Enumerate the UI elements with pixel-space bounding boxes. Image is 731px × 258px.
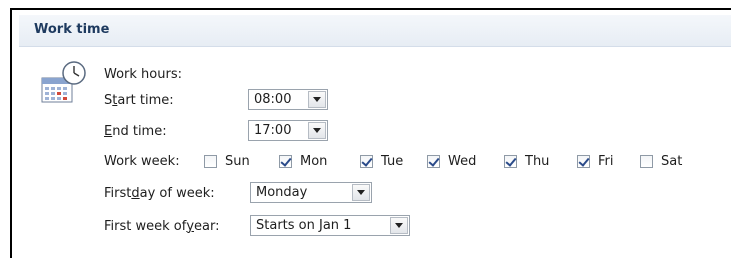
day-checkbox-wed[interactable]: Wed (427, 150, 476, 172)
end-time-label: End time: (104, 120, 167, 142)
work-week-label: Work week: (104, 153, 180, 169)
first-day-value: Monday (256, 185, 308, 200)
first-week-value: Starts on Jan 1 (256, 218, 352, 233)
end-time-label-post: nd time: (112, 123, 167, 139)
checkbox[interactable] (360, 154, 373, 168)
day-label: Sat (661, 153, 683, 169)
start-time-label-pre: S (104, 92, 113, 108)
end-time-label-key: E (104, 123, 113, 139)
start-time-label: St art time: (104, 89, 174, 111)
first-day-label-pre: First (104, 185, 132, 201)
work-hours-heading: Work hours: (104, 66, 182, 82)
first-day-label: First d ay of week: (104, 182, 215, 204)
day-checkbox-mon[interactable]: Mon (279, 150, 327, 172)
day-label: Wed (448, 153, 477, 169)
checkbox[interactable] (577, 154, 590, 168)
day-label: Tue (381, 153, 404, 169)
checkbox[interactable] (279, 154, 292, 168)
checkbox[interactable] (640, 154, 653, 168)
day-label: Sun (225, 153, 250, 169)
day-checkbox-thu[interactable]: Thu (504, 150, 549, 172)
chevron-down-icon[interactable] (308, 91, 326, 108)
day-checkbox-tue[interactable]: Tue (360, 150, 403, 172)
start-time-select[interactable]: 08:00 (248, 89, 328, 110)
first-day-label-key: d (131, 185, 140, 201)
calendar-clock-icon (41, 60, 89, 106)
start-time-label-post: art time: (117, 92, 174, 108)
end-time-value: 17:00 (254, 123, 292, 138)
day-label: Mon (300, 153, 328, 169)
first-week-select[interactable]: Starts on Jan 1 (250, 215, 410, 236)
work-week-days: Sun Mon Tue Wed Thu Fri Sat (204, 150, 704, 172)
first-week-label-post: ear: (194, 218, 220, 234)
checkbox[interactable] (204, 154, 217, 168)
day-label: Fri (598, 153, 614, 169)
first-week-label-key: y (186, 218, 195, 234)
day-checkbox-fri[interactable]: Fri (577, 150, 614, 172)
day-checkbox-sun[interactable]: Sun (204, 150, 250, 172)
chevron-down-icon[interactable] (352, 184, 370, 201)
chevron-down-icon[interactable] (308, 122, 326, 139)
chevron-down-icon[interactable] (390, 217, 408, 234)
first-day-label-post: ay of week: (139, 185, 215, 201)
day-checkbox-sat[interactable]: Sat (640, 150, 682, 172)
section-header: Work time (19, 15, 731, 47)
first-week-label-pre: First week of (104, 218, 187, 234)
first-week-label: First week of y ear: (104, 215, 219, 237)
start-time-value: 08:00 (254, 92, 292, 107)
checkbox[interactable] (427, 154, 440, 168)
checkbox[interactable] (504, 154, 517, 168)
end-time-select[interactable]: 17:00 (248, 120, 328, 141)
section-title: Work time (34, 22, 110, 37)
first-day-select[interactable]: Monday (250, 182, 372, 203)
work-hours-heading-row: Work hours: (104, 63, 182, 85)
day-label: Thu (525, 153, 550, 169)
work-week-label-row: Work week: (104, 150, 180, 172)
